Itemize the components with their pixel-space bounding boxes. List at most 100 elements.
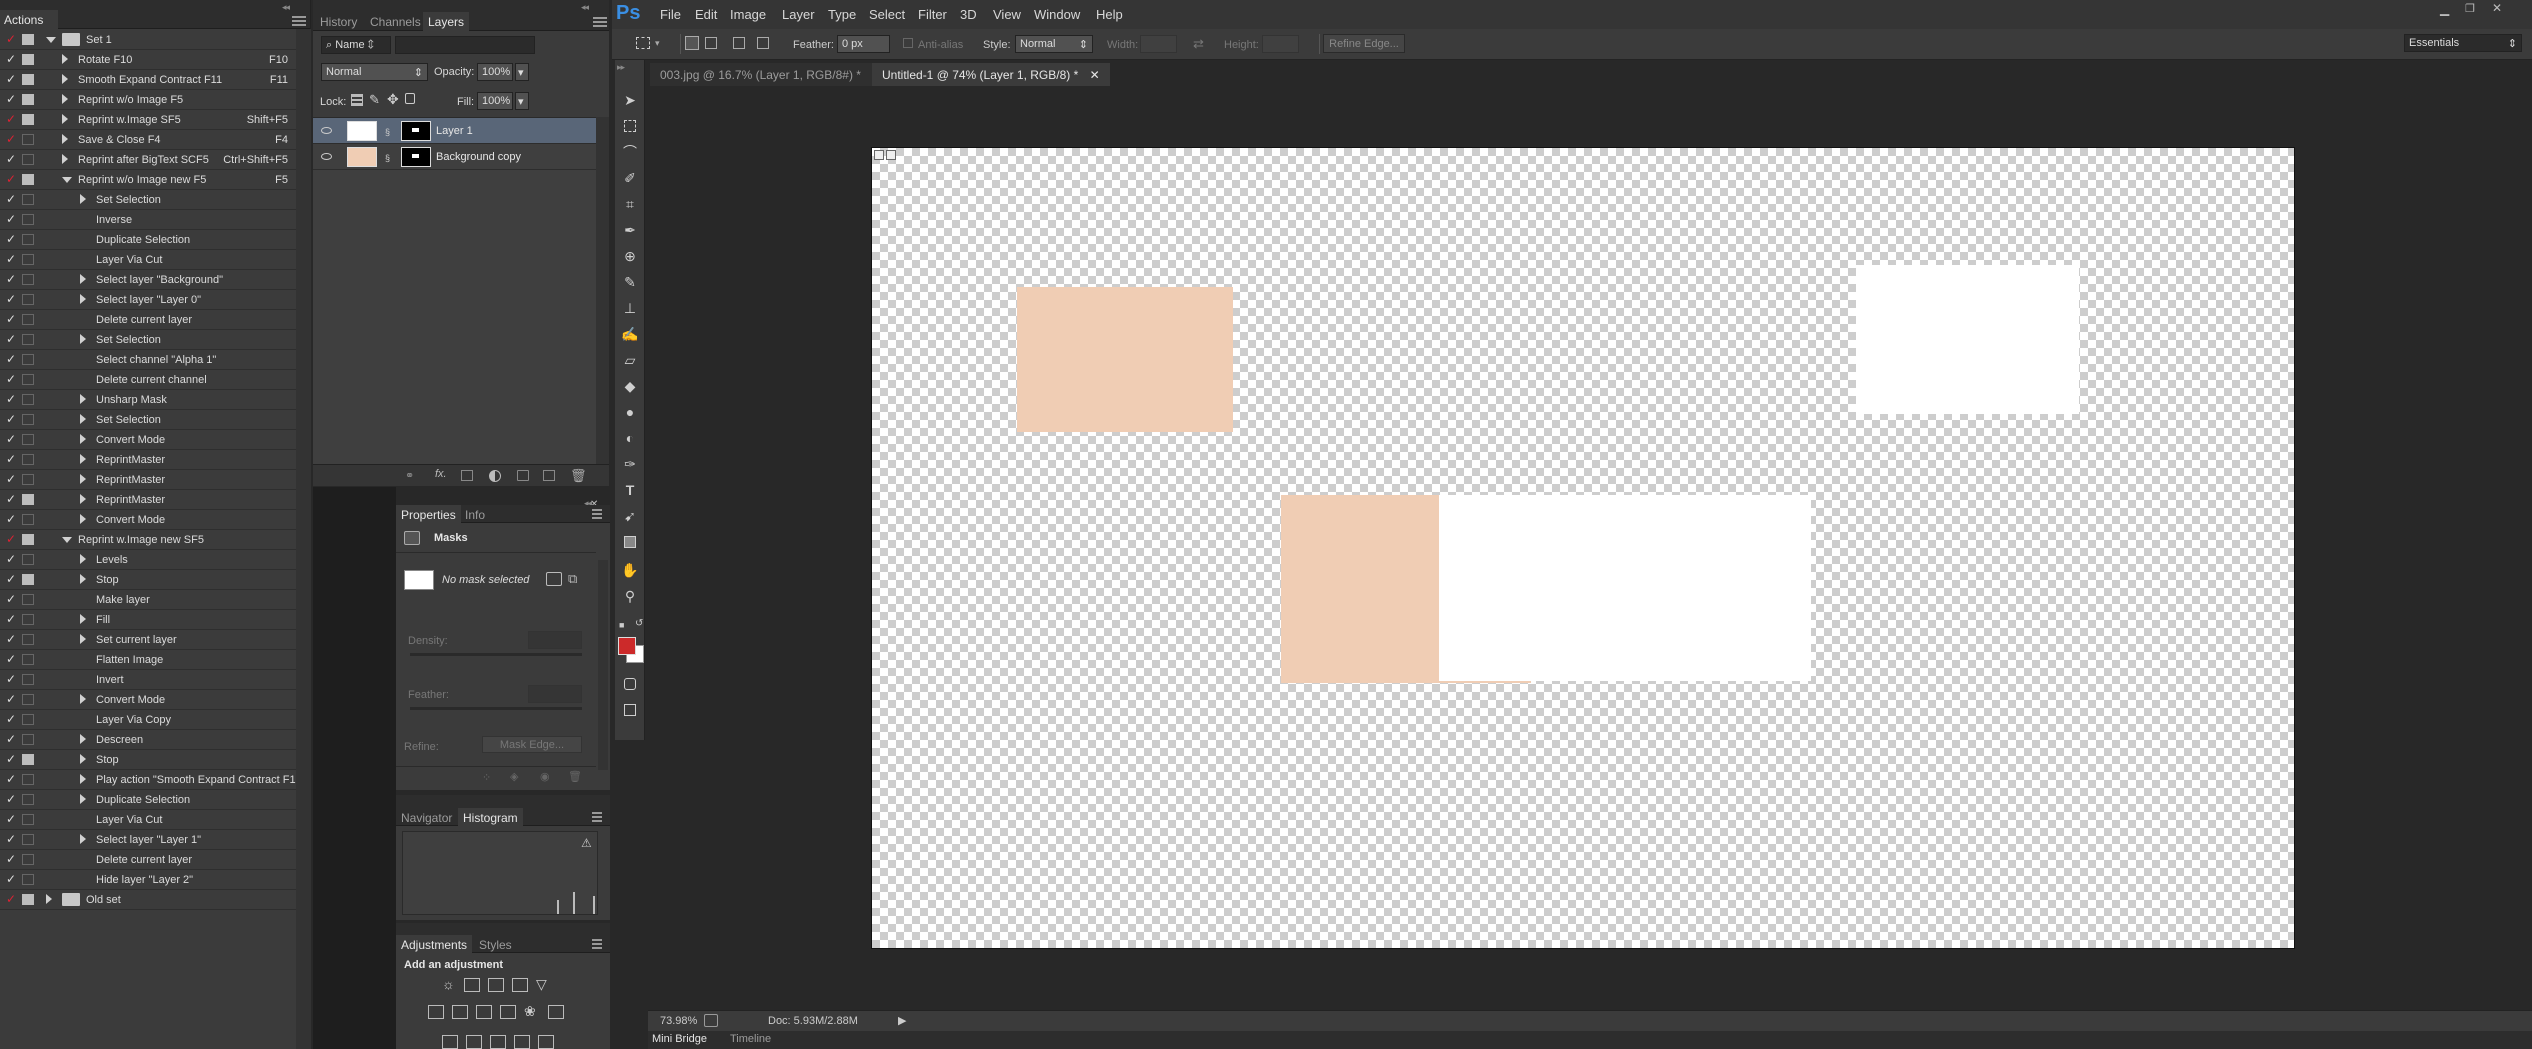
invert-icon[interactable]: [442, 1035, 458, 1049]
layer-name[interactable]: Background copy: [436, 151, 521, 163]
check-icon[interactable]: ✓: [6, 572, 16, 586]
action-row-layer-via-copy[interactable]: ✓ Layer Via Copy: [0, 710, 296, 730]
healing-brush-tool-icon[interactable]: ⊕: [620, 246, 640, 266]
action-row-reprint-w-o-image-new-f5[interactable]: ✓ Reprint w/o Image new F5 F5: [0, 170, 296, 190]
close-icon[interactable]: ✕: [1090, 68, 1100, 82]
dialog-toggle[interactable]: [22, 554, 34, 565]
expand-triangle-icon[interactable]: [80, 514, 86, 524]
dialog-toggle[interactable]: [22, 854, 34, 865]
new-selection-icon[interactable]: [685, 36, 699, 50]
check-icon[interactable]: ✓: [6, 712, 16, 726]
dialog-toggle[interactable]: [22, 434, 34, 445]
action-row-convert-mode[interactable]: ✓ Convert Mode: [0, 430, 296, 450]
dialog-toggle[interactable]: [22, 774, 34, 785]
feather-slider[interactable]: [410, 707, 582, 710]
dialog-toggle[interactable]: [22, 894, 34, 905]
check-icon[interactable]: ✓: [6, 92, 16, 106]
layer-row-background-copy[interactable]: § Background copy: [313, 144, 596, 170]
density-input[interactable]: [528, 631, 582, 649]
expand-triangle-icon[interactable]: [62, 537, 72, 543]
check-icon[interactable]: ✓: [6, 172, 16, 186]
dialog-toggle[interactable]: [22, 514, 34, 525]
adjustment-layer-icon[interactable]: [489, 470, 501, 482]
panel-menu-icon[interactable]: [292, 16, 306, 26]
action-row-layer-via-cut[interactable]: ✓ Layer Via Cut: [0, 250, 296, 270]
zoom-tool-icon[interactable]: ⚲: [620, 586, 640, 606]
add-mask-icon[interactable]: [461, 470, 473, 481]
status-menu-arrow-icon[interactable]: ▶: [898, 1014, 906, 1027]
action-row-set-current-layer[interactable]: ✓ Set current layer: [0, 630, 296, 650]
menu-help[interactable]: Help: [1096, 7, 1123, 22]
expand-triangle-icon[interactable]: [62, 154, 68, 164]
panel-menu-icon[interactable]: [593, 17, 607, 27]
check-icon[interactable]: ✓: [6, 612, 16, 626]
layer-mask-thumbnail[interactable]: [401, 147, 431, 167]
dialog-toggle[interactable]: [22, 694, 34, 705]
clone-stamp-tool-icon[interactable]: ⊥: [620, 298, 640, 318]
check-icon[interactable]: ✓: [6, 192, 16, 206]
action-row-delete-current-layer[interactable]: ✓ Delete current layer: [0, 850, 296, 870]
marquee-tool-icon[interactable]: [620, 116, 640, 136]
expand-triangle-icon[interactable]: [62, 134, 68, 144]
expand-triangle-icon[interactable]: [80, 194, 86, 204]
action-row-select-layer-background[interactable]: ✓ Select layer "Background": [0, 270, 296, 290]
menu-file[interactable]: File: [660, 7, 681, 22]
expand-triangle-icon[interactable]: [80, 554, 86, 564]
dialog-toggle[interactable]: [22, 634, 34, 645]
tab-adjustments[interactable]: Adjustments: [396, 935, 473, 953]
check-icon[interactable]: ✓: [6, 672, 16, 686]
dialog-toggle[interactable]: [22, 374, 34, 385]
dialog-toggle[interactable]: [22, 614, 34, 625]
tab-properties[interactable]: Properties: [396, 505, 461, 523]
rectangle-tool-icon[interactable]: [620, 532, 640, 552]
action-row-invert[interactable]: ✓ Invert: [0, 670, 296, 690]
link-layers-icon[interactable]: ⚭: [405, 469, 414, 482]
expand-triangle-icon[interactable]: [80, 454, 86, 464]
black-white-icon[interactable]: [476, 1005, 492, 1019]
tab-layers[interactable]: Layers: [423, 12, 470, 31]
layer-name[interactable]: Layer 1: [436, 125, 473, 137]
check-icon[interactable]: ✓: [6, 832, 16, 846]
check-icon[interactable]: ✓: [6, 892, 16, 906]
check-icon[interactable]: ✓: [6, 472, 16, 486]
tab-channels[interactable]: Channels: [365, 12, 426, 31]
dialog-toggle[interactable]: [22, 194, 34, 205]
expand-triangle-icon[interactable]: [62, 74, 68, 84]
properties-scrollbar[interactable]: [598, 560, 608, 770]
dialog-toggle[interactable]: [22, 354, 34, 365]
history-brush-tool-icon[interactable]: ✍: [620, 324, 640, 344]
photo-filter-icon[interactable]: [500, 1005, 516, 1019]
density-slider[interactable]: [410, 653, 582, 656]
style-select[interactable]: Normal ⇕: [1015, 35, 1093, 53]
type-tool-icon[interactable]: T: [620, 480, 640, 500]
close-window-icon[interactable]: ✕: [2492, 1, 2502, 15]
check-icon[interactable]: ✓: [6, 232, 16, 246]
dialog-toggle[interactable]: [22, 234, 34, 245]
disable-mask-icon[interactable]: ◉: [540, 770, 550, 783]
expand-triangle-icon[interactable]: [80, 414, 86, 424]
menu-view[interactable]: View: [993, 7, 1021, 22]
expand-triangle-icon[interactable]: [80, 614, 86, 624]
check-icon[interactable]: ✓: [6, 692, 16, 706]
hand-tool-icon[interactable]: ✋: [620, 560, 640, 580]
check-icon[interactable]: ✓: [6, 32, 16, 46]
dialog-toggle[interactable]: [22, 474, 34, 485]
check-icon[interactable]: ✓: [6, 292, 16, 306]
check-icon[interactable]: ✓: [6, 212, 16, 226]
check-icon[interactable]: ✓: [6, 872, 16, 886]
eraser-tool-icon[interactable]: ▱: [620, 350, 640, 370]
dialog-toggle[interactable]: [22, 754, 34, 765]
pixel-mask-icon[interactable]: [546, 572, 562, 586]
tab-navigator[interactable]: Navigator: [396, 808, 457, 826]
expand-triangle-icon[interactable]: [80, 634, 86, 644]
check-icon[interactable]: ✓: [6, 332, 16, 346]
dialog-toggle[interactable]: [22, 134, 34, 145]
action-row-unsharp-mask[interactable]: ✓ Unsharp Mask: [0, 390, 296, 410]
check-icon[interactable]: ✓: [6, 392, 16, 406]
expand-triangle-icon[interactable]: [80, 794, 86, 804]
dialog-toggle[interactable]: [22, 394, 34, 405]
visibility-eye-icon[interactable]: [321, 153, 332, 160]
tab-actions[interactable]: Actions: [0, 10, 58, 29]
dialog-toggle[interactable]: [22, 714, 34, 725]
add-selection-icon[interactable]: [705, 37, 717, 49]
